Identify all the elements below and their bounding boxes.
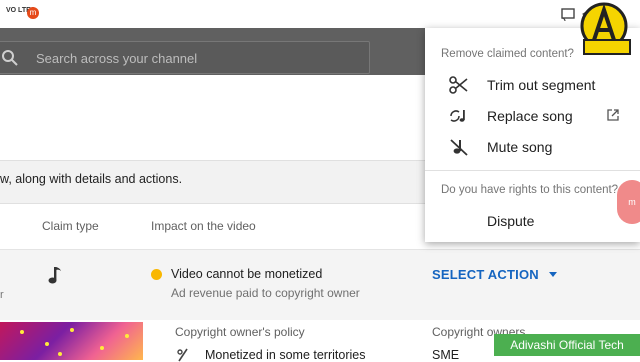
column-header-claim-type: Claim type (42, 219, 99, 233)
menu-item-replace-song[interactable]: Replace song (425, 101, 640, 131)
menu-header-remove: Remove claimed content? (441, 48, 574, 60)
channel-logo-icon (580, 2, 631, 55)
replace-song-icon (450, 110, 465, 122)
table-row (0, 249, 640, 320)
scissors-icon (449, 76, 468, 94)
music-note-icon (48, 267, 61, 284)
policy-label: Copyright owner's policy (175, 325, 305, 339)
floating-recorder-button[interactable]: m (617, 180, 640, 224)
menu-item-label: Trim out segment (487, 77, 596, 93)
mute-music-icon (450, 139, 468, 156)
watermark-label: Adivashi Official Tech (494, 334, 640, 356)
video-thumbnail (0, 322, 143, 360)
impact-sub-text: Ad revenue paid to copyright owner (171, 286, 360, 300)
status-bar: VO LTE8 m (0, 0, 640, 28)
screen-recorder-icon: m (27, 7, 39, 19)
chevron-down-icon[interactable] (549, 272, 557, 277)
impact-main-text: Video cannot be monetized (171, 267, 323, 281)
menu-item-label: Mute song (487, 139, 553, 155)
menu-item-mute-song[interactable]: Mute song (425, 132, 640, 162)
column-header-impact: Impact on the video (151, 219, 256, 233)
info-banner-text: w, along with details and actions. (0, 172, 183, 186)
menu-divider (425, 170, 640, 171)
select-action-button[interactable]: SELECT ACTION (432, 267, 539, 282)
menu-item-trim-out-segment[interactable]: Trim out segment (425, 70, 640, 100)
menu-header-rights: Do you have rights to this content? (441, 184, 619, 196)
external-link-icon[interactable] (607, 109, 619, 121)
dispute-label: Dispute (487, 213, 535, 229)
search-icon[interactable] (2, 50, 18, 66)
row-left-fragment: r (0, 289, 4, 301)
search-input[interactable]: Search across your channel (36, 51, 197, 66)
menu-item-label: Replace song (487, 108, 573, 124)
status-dot (151, 269, 162, 280)
menu-item-dispute[interactable]: Dispute (425, 206, 640, 236)
